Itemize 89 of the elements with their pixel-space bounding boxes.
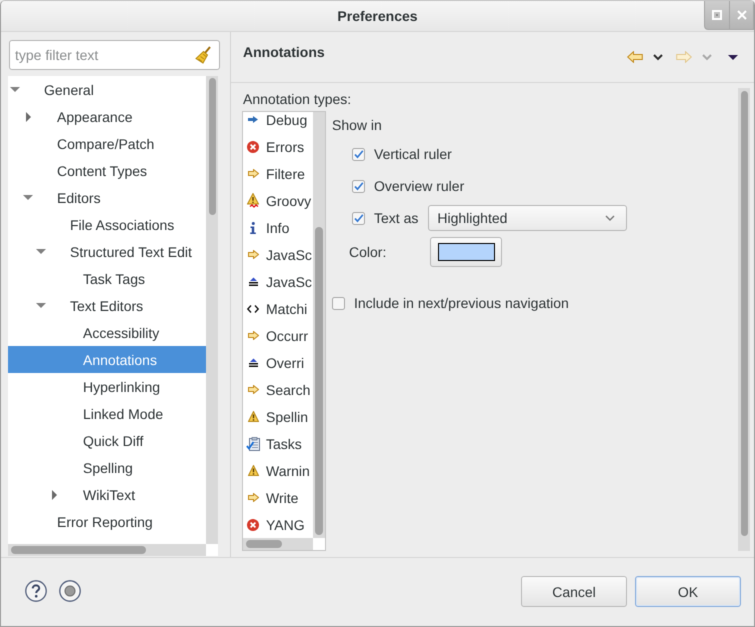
list-item[interactable]: Overri <box>243 349 313 376</box>
tree-item[interactable]: Compare/Patch <box>8 130 206 157</box>
tree-item[interactable]: Error Reporting <box>8 508 206 535</box>
triangle-down-icon[interactable] <box>728 54 738 60</box>
vertical-scrollbar[interactable] <box>313 112 325 538</box>
list-item[interactable]: Debug <box>243 112 313 133</box>
close-icon <box>736 10 746 20</box>
tree-item[interactable]: Appearance <box>8 103 206 130</box>
close-button[interactable] <box>729 1 754 30</box>
tree-item[interactable]: Hyperlinking <box>8 373 206 400</box>
tree-item[interactable]: WikiText <box>8 481 206 508</box>
page-title: Annotations <box>243 43 325 61</box>
clipboard-check-icon <box>246 436 260 450</box>
checkbox[interactable] <box>352 180 365 192</box>
list-item[interactable]: JavaSc <box>243 268 313 295</box>
maximize-icon <box>712 10 722 20</box>
list-item[interactable]: Spellin <box>243 403 313 430</box>
list-item[interactable]: Warnin <box>243 457 313 484</box>
circle-dot-icon[interactable] <box>59 580 81 602</box>
tree-item[interactable]: Structured Text Edit <box>8 238 206 265</box>
outlined-arrow-icon <box>248 169 258 178</box>
help-icon[interactable] <box>25 580 47 602</box>
tree-item[interactable]: Accessibility <box>8 319 206 346</box>
back-arrow-icon[interactable] <box>627 51 643 63</box>
color-button[interactable] <box>430 237 502 267</box>
list-item[interactable]: Write <box>243 484 313 511</box>
dialog-button[interactable]: Cancel <box>521 576 627 607</box>
chevron-down-icon <box>605 215 616 221</box>
scrollbar-thumb[interactable] <box>741 91 748 536</box>
list-label: Annotation types: <box>243 91 352 107</box>
outlined-arrow-icon <box>248 250 258 259</box>
warning-icon <box>248 411 258 422</box>
maximize-button[interactable] <box>704 1 729 30</box>
list-item[interactable]: YANG <box>243 511 313 538</box>
outlined-arrow-icon <box>248 331 258 340</box>
group-label: Show in <box>332 117 382 133</box>
list-item[interactable]: Occurr <box>243 322 313 349</box>
checkbox-label: Overview ruler <box>374 178 464 194</box>
tree-item[interactable]: Editors <box>8 184 206 211</box>
scrollbar-thumb[interactable] <box>11 546 146 554</box>
warning-squiggle-icon <box>247 193 259 208</box>
checkbox[interactable] <box>332 296 345 310</box>
triangle-lines-icon <box>248 358 258 367</box>
triangle-lines-icon <box>248 277 258 286</box>
scrollbar-thumb[interactable] <box>315 227 323 535</box>
triangle-right-icon[interactable] <box>26 112 30 122</box>
checkbox-label: Text as <box>374 210 418 226</box>
chevron-down-icon[interactable] <box>653 54 663 60</box>
checkbox-label: Include in next/previous navigation <box>354 295 569 311</box>
scrollbar-thumb[interactable] <box>246 540 282 548</box>
tree-item[interactable]: Task Tags <box>8 265 206 292</box>
horizontal-scrollbar[interactable] <box>243 538 313 550</box>
tree-item[interactable]: Content Types <box>8 157 206 184</box>
tree-item[interactable]: Text Editors <box>8 292 206 319</box>
info-icon <box>250 222 256 234</box>
tree-item[interactable]: General <box>8 76 206 103</box>
outlined-arrow-icon <box>248 493 258 502</box>
list-item[interactable]: Search <box>243 376 313 403</box>
checkbox-label: Vertical ruler <box>374 146 452 162</box>
checkbox[interactable] <box>352 148 365 160</box>
scrollbar-thumb[interactable] <box>209 78 216 215</box>
arrow-right-icon <box>248 116 258 123</box>
error-icon <box>247 140 259 152</box>
field-label: Color: <box>349 244 386 260</box>
list-item[interactable]: Tasks <box>243 430 313 457</box>
list-item[interactable]: Matchi <box>243 295 313 322</box>
angle-brackets-icon <box>247 304 259 312</box>
list-item[interactable]: Groovy <box>243 187 313 214</box>
dialog-button[interactable]: OK <box>635 576 741 607</box>
broom-icon[interactable] <box>195 46 211 64</box>
vertical-scrollbar[interactable] <box>206 76 218 544</box>
warning-icon <box>248 465 258 476</box>
checkbox[interactable] <box>352 212 365 224</box>
outlined-arrow-icon <box>248 385 258 394</box>
list-item[interactable]: Filtere <box>243 160 313 187</box>
vertical-scrollbar[interactable] <box>738 88 750 551</box>
horizontal-scrollbar[interactable] <box>8 544 206 556</box>
tree-item[interactable]: File Associations <box>8 211 206 238</box>
list-item[interactable]: Errors <box>243 133 313 160</box>
triangle-right-icon[interactable] <box>52 490 56 500</box>
list-item[interactable]: JavaSc <box>243 241 313 268</box>
dropdown[interactable]: Highlighted <box>428 205 628 231</box>
tree-item[interactable]: Quick Diff <box>8 427 206 454</box>
tree-item[interactable]: Linked Mode <box>8 400 206 427</box>
list-item[interactable]: Info <box>243 214 313 241</box>
tree-item[interactable]: Spelling <box>8 454 206 481</box>
error-icon <box>247 518 259 530</box>
filter-field[interactable]: type filter text <box>9 40 220 70</box>
window-title: Preferences <box>337 7 418 26</box>
